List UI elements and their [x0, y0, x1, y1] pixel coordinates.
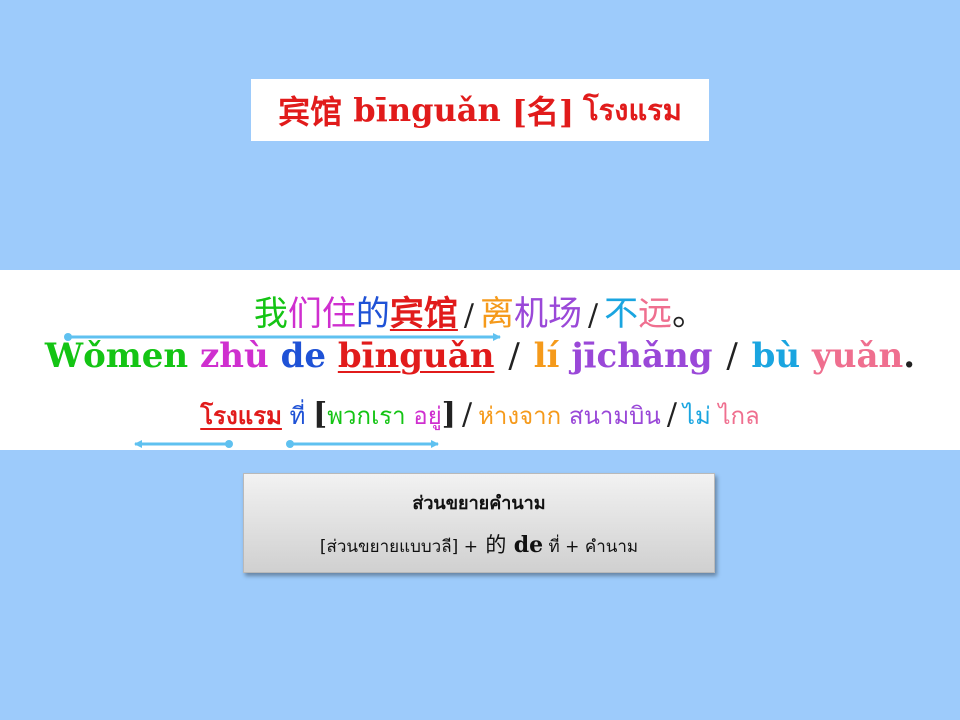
open-bracket: [ [313, 397, 328, 432]
pinyin-zhu: zhù [199, 336, 269, 376]
thai-far: ไกล [718, 402, 760, 430]
thai-hotel: โรงแรม [200, 402, 282, 430]
hanzi-binguan: 宾馆 [389, 294, 458, 334]
example-sentence-band: 我们住的宾馆 / 离机场 / 不远。 Wǒmen zhù de bīnguǎn / lí… [0, 270, 960, 450]
hanzi-yuan: 远 [638, 294, 673, 334]
thai-far-from: ห่างจาก [478, 402, 562, 430]
pinyin-jichang: jīchǎng [571, 336, 713, 376]
formula-plus: + [463, 537, 478, 557]
title-part-of-speech: [名] [511, 93, 575, 131]
formula-that: ที่ [548, 537, 560, 557]
hanzi-ji: 机 [514, 294, 548, 334]
backward-arrow [134, 440, 233, 448]
grammar-formula: [ส่วนขยายแบบวลี] + 的 de ที่ + คำนาม [244, 529, 714, 560]
thai-translation: โรงแรม ที่ [พวกเรา อยู่] / ห่างจาก สนามบิน… [0, 396, 960, 435]
hanzi-zhu: 住 [321, 294, 356, 334]
title-thai-meaning: โรงแรม [583, 93, 682, 127]
hanzi-chang: 场 [548, 294, 582, 334]
formula-de-pinyin: de [513, 532, 544, 558]
thai-we: พวกเรา [327, 402, 406, 430]
formula-de-hanzi: 的 [485, 533, 507, 557]
thai-not: ไม่ [682, 402, 711, 430]
bracket-arrow [286, 440, 439, 448]
pinyin-bu: bù [751, 336, 801, 376]
hanzi-men: 们 [287, 294, 322, 334]
hanzi-de: 的 [355, 294, 390, 334]
close-bracket: ] [441, 397, 456, 432]
thai-stay: อยู่ [413, 402, 442, 430]
vocabulary-title-card: 宾馆 bīnguǎn [名] โรงแรม [251, 79, 709, 141]
title-hanzi: 宾馆 [278, 93, 343, 131]
slash-separator: / [666, 397, 677, 432]
thai-airport: สนามบิน [568, 402, 661, 430]
slash-separator: / [588, 298, 599, 333]
pinyin-yuan: yuǎn [811, 336, 904, 376]
formula-plus: + [565, 537, 580, 557]
thai-that: ที่ [289, 402, 306, 430]
slash-separator: / [461, 397, 473, 432]
pinyin-period: . [903, 336, 916, 376]
formula-noun: คำนาม [584, 537, 639, 557]
pinyin-de: de [280, 336, 326, 376]
pinyin-sentence: Wǒmen zhù de bīnguǎn / lí jīchǎng / bù y… [0, 336, 960, 376]
pinyin-binguan: bīnguǎn [337, 336, 495, 376]
hanzi-period: 。 [672, 294, 707, 334]
slash-separator: / [508, 336, 520, 376]
formula-phrase-modifier: [ส่วนขยายแบบวลี] [319, 537, 459, 557]
hanzi-li: 离 [480, 294, 514, 334]
pinyin-women: Wǒmen [44, 336, 189, 376]
hanzi-wo: 我 [253, 294, 288, 334]
hanzi-sentence: 我们住的宾馆 / 离机场 / 不远。 [0, 286, 960, 335]
grammar-note-box: ส่วนขยายคำนาม [ส่วนขยายแบบวลี] + 的 de ที… [243, 473, 715, 573]
grammar-note-heading: ส่วนขยายคำนาม [412, 493, 546, 514]
hanzi-bu: 不 [604, 294, 639, 334]
slash-separator: / [726, 336, 738, 376]
title-pinyin: bīnguǎn [353, 91, 501, 129]
slash-separator: / [463, 298, 474, 333]
pinyin-li: lí [533, 336, 560, 376]
